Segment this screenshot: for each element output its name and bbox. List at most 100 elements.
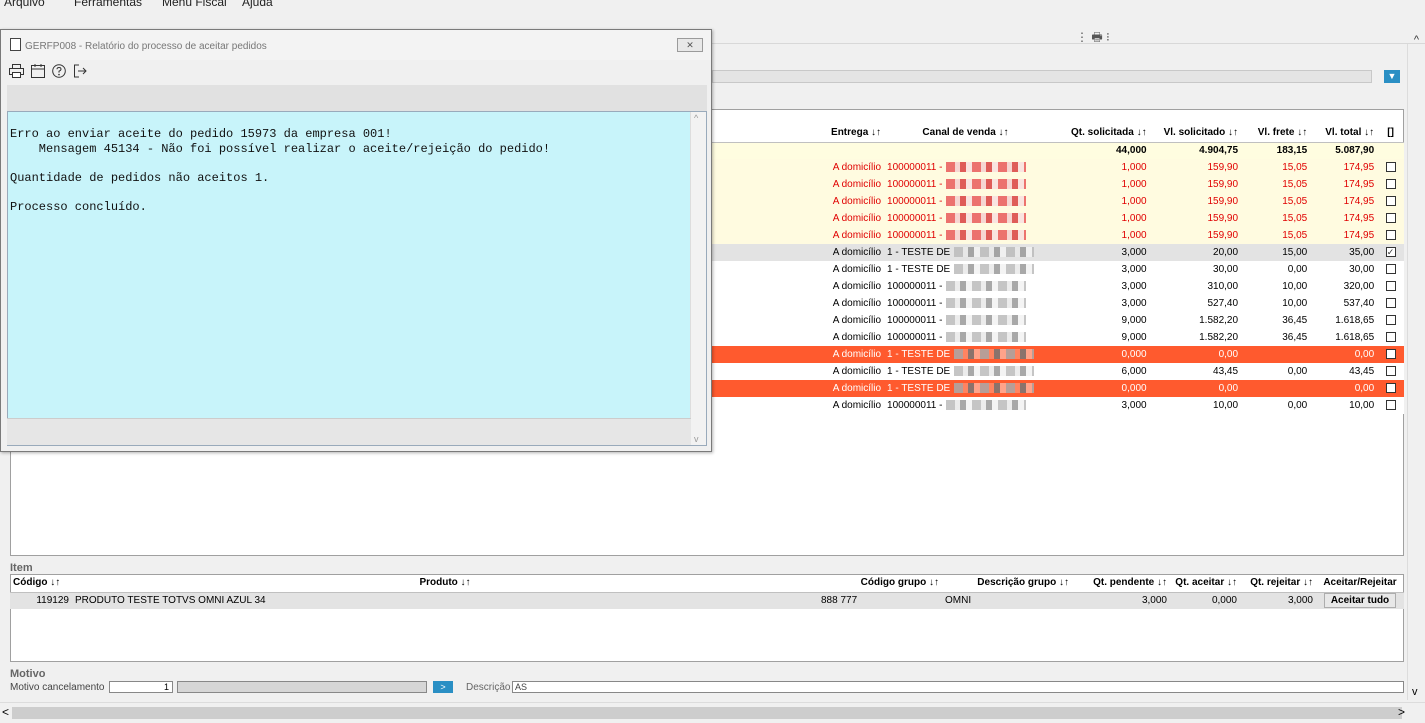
cell-vl-total: 1.618,65 <box>1310 312 1378 329</box>
motivo-lookup-button[interactable]: > <box>433 681 453 693</box>
col-entrega[interactable]: Entrega ↓↑ <box>710 124 885 143</box>
table-row[interactable]: A domicílio 1 - TESTE DE 3,000 20,00 15,00 35… <box>710 244 1404 261</box>
cell-canal-venda: 100000011 - <box>884 227 1047 244</box>
col-canal-venda[interactable]: Canal de venda ↓↑ <box>884 124 1047 143</box>
cell-select <box>1377 227 1404 244</box>
scroll-down-icon[interactable]: v <box>694 434 699 444</box>
dialog-footer <box>7 418 691 445</box>
cell-vl-frete: 36,45 <box>1241 312 1311 329</box>
table-row[interactable]: A domicílio 100000011 - 3,000 310,00 10,00 32… <box>710 278 1404 295</box>
cell-canal-venda: 1 - TESTE DE <box>884 244 1047 261</box>
scroll-down-icon[interactable]: v <box>1412 686 1418 698</box>
scroll-up-icon[interactable]: ^ <box>694 113 698 123</box>
item-col-codigo[interactable]: Código ↓↑ <box>10 574 72 593</box>
cell-vl-solicitado: 310,00 <box>1149 278 1242 295</box>
table-row[interactable]: A domicílio 100000011 - 9,000 1.582,20 36,45… <box>710 329 1404 346</box>
table-row[interactable]: A domicílio 1 - TESTE DE 0,000 0,00 0,00 <box>710 380 1404 397</box>
item-col-codigo-grupo[interactable]: Código grupo ↓↑ <box>818 574 942 593</box>
cell-vl-solicitado: 0,00 <box>1149 380 1242 397</box>
dialog-titlebar[interactable]: GERFP008 - Relatório do processo de acei… <box>1 30 711 60</box>
row-checkbox[interactable] <box>1385 179 1396 190</box>
row-checkbox[interactable] <box>1385 264 1396 275</box>
row-checkbox[interactable] <box>1385 349 1396 360</box>
cell-qt-solicitada: 1,000 <box>1046 193 1150 210</box>
row-checkbox[interactable] <box>1385 332 1396 343</box>
log-line: Quantidade de pedidos não aceitos 1. <box>10 170 270 185</box>
row-checkbox[interactable] <box>1385 383 1396 394</box>
cell-vl-solicitado: 1.582,20 <box>1149 329 1242 346</box>
accept-all-button[interactable]: Aceitar tudo <box>1323 593 1397 609</box>
item-col-qt-aceitar[interactable]: Qt. aceitar ↓↑ <box>1170 574 1240 593</box>
table-row[interactable]: A domicílio 100000011 - 1,000 159,90 15,05 17… <box>710 193 1404 210</box>
table-row[interactable]: A domicílio 100000011 - 9,000 1.582,20 36,45… <box>710 312 1404 329</box>
report-log[interactable]: Erro ao enviar aceite do pedido 15973 da… <box>7 111 707 446</box>
cell-vl-total-text: 174,95 <box>1343 162 1375 173</box>
log-scrollbar[interactable]: ^ v <box>690 112 706 445</box>
descricao-input[interactable]: AS <box>512 681 1404 693</box>
filter-icon[interactable]: ▼ <box>1384 70 1400 83</box>
row-checkbox[interactable] <box>1385 366 1396 377</box>
cell-qt-solicitada: 3,000 <box>1046 397 1150 414</box>
cell-canal-venda: 1 - TESTE DE <box>884 261 1047 278</box>
table-row[interactable]: A domicílio 1 - TESTE DE 3,000 30,00 0,00 30,… <box>710 261 1404 278</box>
printer-icon[interactable]: ⋮ 🖶 ⁝ <box>1076 28 1116 46</box>
item-col-produto[interactable]: Produto ↓↑ <box>72 574 818 593</box>
menu-ajuda[interactable]: Ajuda <box>242 0 273 9</box>
item-qt-aceitar[interactable]: 0,000 <box>1170 592 1240 609</box>
cell-entrega: A domicílio <box>710 261 885 278</box>
row-checkbox[interactable] <box>1385 196 1396 207</box>
item-col-descricao-grupo[interactable]: Descrição grupo ↓↑ <box>942 574 1072 593</box>
horizontal-scroll-thumb[interactable] <box>12 707 1402 719</box>
table-row[interactable]: A domicílio 1 - TESTE DE 0,000 0,00 0,00 <box>710 346 1404 363</box>
menu-ferramentas[interactable]: Ferramentas <box>74 0 142 9</box>
row-checkbox[interactable] <box>1385 230 1396 241</box>
close-icon[interactable]: ✕ <box>677 38 703 52</box>
table-row[interactable]: A domicílio 100000011 - 3,000 527,40 10,00 53… <box>710 295 1404 312</box>
printer-icon[interactable] <box>9 64 24 81</box>
cell-vl-frete: 0,00 <box>1241 397 1311 414</box>
item-col-qt-pendente[interactable]: Qt. pendente ↓↑ <box>1072 574 1170 593</box>
scroll-left-icon[interactable]: < <box>2 705 9 719</box>
item-row[interactable]: 119129 PRODUTO TESTE TOTVS OMNI AZUL 34 … <box>10 592 1404 609</box>
table-row[interactable]: A domicílio 100000011 - 1,000 159,90 15,05 17… <box>710 210 1404 227</box>
cell-entrega-text: A domicílio <box>832 213 882 224</box>
log-line: Erro ao enviar aceite do pedido 15973 da… <box>10 127 392 141</box>
row-checkbox[interactable] <box>1385 400 1396 411</box>
row-checkbox[interactable] <box>1385 213 1396 224</box>
item-qt-rejeitar[interactable]: 3,000 <box>1240 592 1316 609</box>
calendar-icon[interactable] <box>31 64 46 81</box>
cell-vl-total-text: 0,00 <box>1354 383 1375 394</box>
vertical-scrollbar[interactable]: v <box>1407 44 1425 700</box>
table-row[interactable]: A domicílio 100000011 - 1,000 159,90 15,05 17… <box>710 227 1404 244</box>
table-row[interactable]: A domicílio 100000011 - 1,000 159,90 15,05 17… <box>710 159 1404 176</box>
row-checkbox[interactable] <box>1385 281 1396 292</box>
table-row[interactable]: A domicílio 1 - TESTE DE 6,000 43,45 0,00 43,… <box>710 363 1404 380</box>
scroll-right-icon[interactable]: > <box>1398 705 1405 719</box>
row-checkbox[interactable] <box>1385 162 1396 173</box>
col-qt-solicitada[interactable]: Qt. solicitada ↓↑ <box>1046 124 1150 143</box>
horizontal-scrollbar[interactable]: < > <box>0 702 1425 723</box>
col-vl-frete[interactable]: Vl. frete ↓↑ <box>1241 124 1311 143</box>
report-log-text: Erro ao enviar aceite do pedido 15973 da… <box>10 127 550 214</box>
cell-vl-total-text: 30,00 <box>1349 264 1375 275</box>
motivo-description-display <box>177 681 427 693</box>
item-col-qt-rejeitar[interactable]: Qt. rejeitar ↓↑ <box>1240 574 1316 593</box>
exit-icon[interactable] <box>73 64 87 81</box>
redacted-text <box>954 349 1035 360</box>
col-select-all[interactable]: [] <box>1377 124 1404 143</box>
table-row[interactable]: A domicílio 100000011 - 1,000 159,90 15,05 17… <box>710 176 1404 193</box>
row-checkbox[interactable] <box>1385 298 1396 309</box>
motivo-code-input[interactable]: 1 <box>109 681 173 693</box>
row-checkbox[interactable]: ✓ <box>1385 247 1396 258</box>
cell-vl-frete: 15,05 <box>1241 193 1311 210</box>
row-checkbox[interactable] <box>1385 315 1396 326</box>
help-icon[interactable] <box>52 64 66 81</box>
col-vl-total[interactable]: Vl. total ↓↑ <box>1310 124 1378 143</box>
cell-entrega: A domicílio <box>710 329 885 346</box>
filter-bar[interactable] <box>712 70 1372 83</box>
col-vl-solicitado[interactable]: Vl. solicitado ↓↑ <box>1149 124 1242 143</box>
menu-fiscal[interactable]: Menu Fiscal <box>162 0 227 9</box>
table-row[interactable]: A domicílio 100000011 - 3,000 10,00 0,00 10,0… <box>710 397 1404 414</box>
menu-arquivo[interactable]: Arquivo <box>4 0 45 9</box>
cell-vl-frete <box>1241 346 1311 363</box>
